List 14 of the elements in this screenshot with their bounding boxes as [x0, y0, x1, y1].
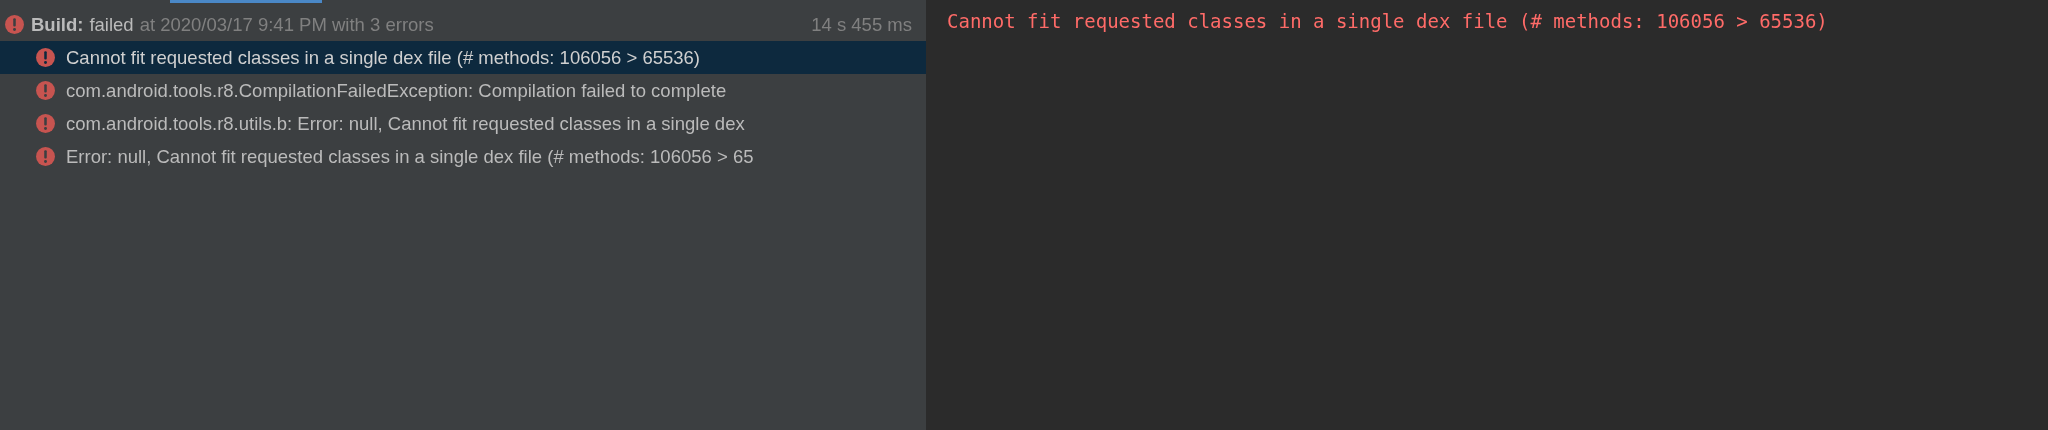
build-label: Build:	[31, 13, 84, 36]
error-message-item[interactable]: Cannot fit requested classes in a single dex file (# methods: 106056 > 65536)	[0, 41, 926, 74]
error-message-item[interactable]: Error: null, Cannot fit requested classes in a single dex file (# methods: 106056 > 65	[0, 140, 926, 173]
build-status: failed	[89, 13, 134, 36]
console-output: Cannot fit requested classes in a single dex file (# methods: 106056 > 65536)	[947, 10, 1828, 32]
error-icon	[35, 146, 56, 167]
error-message-item[interactable]: com.android.tools.r8.CompilationFailedException: Compilation failed to complete	[0, 74, 926, 107]
error-message-item[interactable]: com.android.tools.r8.utils.b: Error: null, Cannot fit requested classes in a single dex	[0, 107, 926, 140]
error-icon	[35, 47, 56, 68]
error-icon	[35, 113, 56, 134]
error-icon	[35, 80, 56, 101]
build-duration: 14 s 455 ms	[811, 13, 912, 36]
build-detail: at 2020/03/17 9:41 PM with 3 errors	[139, 13, 434, 36]
error-icon	[4, 14, 25, 35]
